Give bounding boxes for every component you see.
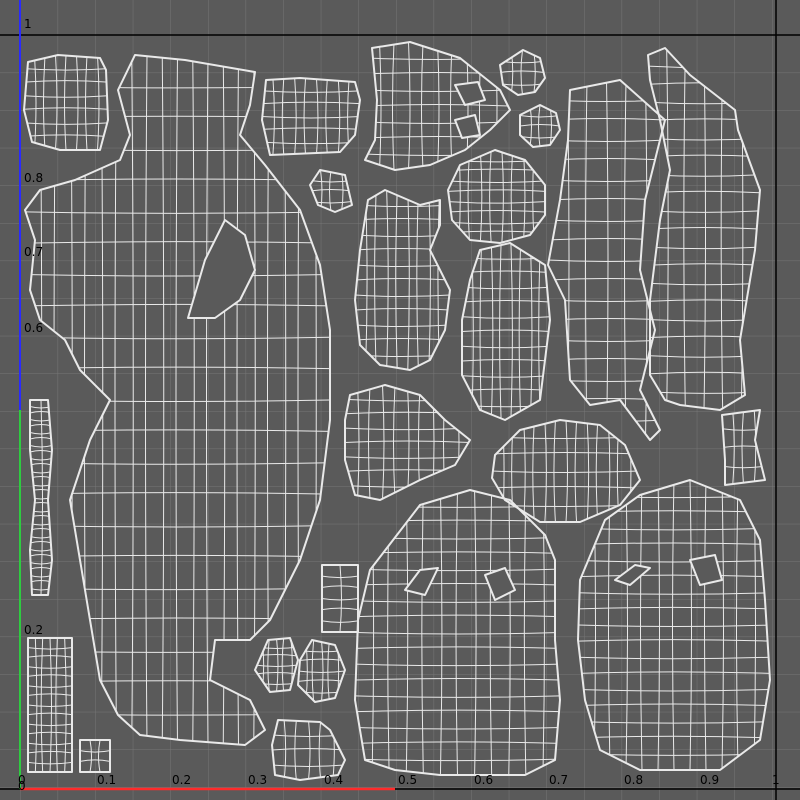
y-tick-label: 0.2 [24,623,44,637]
x-tick-label: 0.6 [474,773,494,787]
y-tick-label: 0 [18,779,26,793]
x-tick-label: 0.8 [624,773,644,787]
x-tick-label: 0.9 [700,773,720,787]
y-tick-label: 0.7 [24,245,44,259]
x-tick-label: 0.5 [398,773,418,787]
uv-grid [0,0,800,800]
x-tick-label: 0.4 [324,773,344,787]
uv-editor-viewport[interactable] [0,0,800,800]
x-tick-label: 0.7 [549,773,569,787]
y-tick-label: 0.8 [24,171,44,185]
y-tick-label: 0.6 [24,321,44,335]
y-tick-label: 1 [24,17,32,31]
x-tick-label: 0.2 [172,773,192,787]
x-tick-label: 0.3 [248,773,268,787]
x-tick-label: 0.1 [97,773,117,787]
x-tick-label: 1 [772,773,780,787]
